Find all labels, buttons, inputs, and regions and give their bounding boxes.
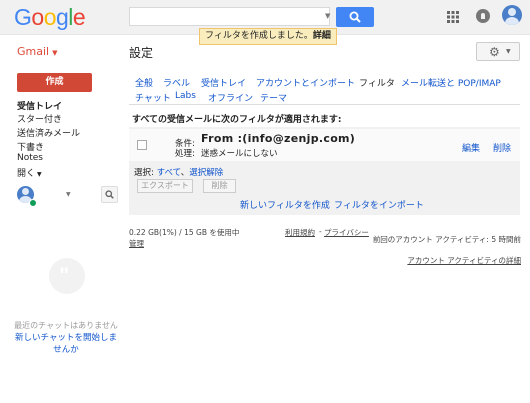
filter-created-toast: フィルタを作成しました。詳細 bbox=[199, 28, 337, 45]
filters-heading: すべての受信メールに次のフィルタが適用されます: bbox=[132, 115, 342, 125]
tab-themes[interactable]: テーマ bbox=[260, 91, 287, 104]
delete-filter-link[interactable]: 削除 bbox=[493, 141, 511, 154]
tab-labs[interactable]: Labs bbox=[175, 91, 196, 101]
google-logo[interactable]: Google bbox=[14, 4, 86, 31]
search-icon bbox=[105, 190, 114, 199]
select-controls: 選択: すべて、選択解除 bbox=[134, 168, 224, 178]
no-recent-chats-text: 最近のチャットはありません bbox=[14, 321, 118, 330]
search-options-caret-icon[interactable]: ▼ bbox=[325, 12, 330, 20]
select-none-link[interactable]: 選択解除 bbox=[189, 168, 223, 178]
filter-action-label: 処理: bbox=[175, 149, 195, 159]
activity-details-link[interactable]: アカウント アクティビティの詳細 bbox=[370, 255, 521, 266]
sidebar-item-more[interactable]: 開く ▼ bbox=[17, 166, 42, 179]
status-caret-icon[interactable]: ▼ bbox=[66, 191, 71, 198]
filter-select-checkbox[interactable] bbox=[137, 140, 147, 150]
sidebar-item-inbox[interactable]: 受信トレイ bbox=[17, 99, 62, 112]
apps-grid-icon[interactable] bbox=[447, 11, 459, 23]
start-chat-link[interactable]: 新しいチャットを開始しませんか bbox=[11, 332, 121, 356]
search-input[interactable] bbox=[129, 7, 330, 26]
sidebar-item-notes[interactable]: Notes bbox=[17, 153, 43, 163]
compose-button[interactable]: 作成 bbox=[17, 73, 92, 92]
create-filter-link[interactable]: 新しいフィルタを作成 bbox=[240, 198, 330, 211]
sidebar-item-sent[interactable]: 送信済みメール bbox=[17, 126, 80, 139]
tab-chat[interactable]: チャット bbox=[135, 91, 171, 104]
toast-details-link[interactable]: 詳細 bbox=[313, 31, 331, 41]
tab-forwarding-pop-imap[interactable]: メール転送と POP/IMAP bbox=[401, 76, 501, 89]
filter-action-value: 迷惑メールにしない bbox=[201, 149, 278, 159]
privacy-link[interactable]: プライバシー bbox=[324, 227, 369, 238]
storage-usage: 0.22 GB(1%) / 15 GB を使用中 bbox=[129, 228, 240, 237]
tab-inbox[interactable]: 受信トレイ bbox=[201, 76, 246, 89]
chat-search-button[interactable] bbox=[101, 186, 118, 203]
tabs-divider bbox=[129, 104, 520, 105]
chevron-down-icon: ▼ bbox=[506, 48, 511, 55]
gear-icon: ⚙ bbox=[489, 45, 500, 59]
footer-separator: - bbox=[319, 227, 322, 236]
gmail-app-menu[interactable]: Gmail ▼ bbox=[17, 45, 57, 58]
tab-offline[interactable]: オフライン bbox=[208, 91, 253, 104]
tab-general[interactable]: 全般 bbox=[135, 76, 153, 89]
chevron-down-icon: ▼ bbox=[37, 171, 42, 178]
account-avatar[interactable] bbox=[502, 5, 522, 25]
export-button[interactable]: エクスポート bbox=[137, 179, 193, 193]
sidebar-item-starred[interactable]: スター付き bbox=[17, 112, 62, 125]
search-icon bbox=[349, 11, 361, 23]
tab-labels[interactable]: ラベル bbox=[163, 76, 190, 89]
settings-gear-button[interactable]: ⚙ ▼ bbox=[476, 42, 520, 61]
sidebar-item-drafts[interactable]: 下書き bbox=[17, 140, 44, 153]
page-title: 設定 bbox=[129, 46, 154, 60]
filter-criteria-value: From :(info@zenjp.com) bbox=[201, 132, 356, 145]
manage-storage-link[interactable]: 管理 bbox=[129, 238, 144, 249]
search-button[interactable] bbox=[336, 7, 374, 27]
last-activity-text: 前回のアカウント アクティビティ: 5 時間前 bbox=[372, 235, 521, 244]
online-status-icon bbox=[29, 199, 37, 207]
hangouts-icon: " bbox=[49, 258, 85, 294]
tab-accounts-import[interactable]: アカウントとインポート bbox=[256, 76, 355, 89]
edit-filter-link[interactable]: 編集 bbox=[462, 141, 480, 154]
delete-button[interactable]: 削除 bbox=[203, 179, 236, 193]
select-all-link[interactable]: すべて bbox=[157, 168, 181, 178]
chevron-down-icon: ▼ bbox=[52, 49, 58, 57]
tab-filters[interactable]: フィルタ bbox=[359, 76, 395, 89]
terms-link[interactable]: 利用規約 bbox=[285, 227, 315, 238]
notifications-bell-icon[interactable] bbox=[476, 9, 490, 23]
import-filter-link[interactable]: フィルタをインポート bbox=[334, 198, 424, 211]
